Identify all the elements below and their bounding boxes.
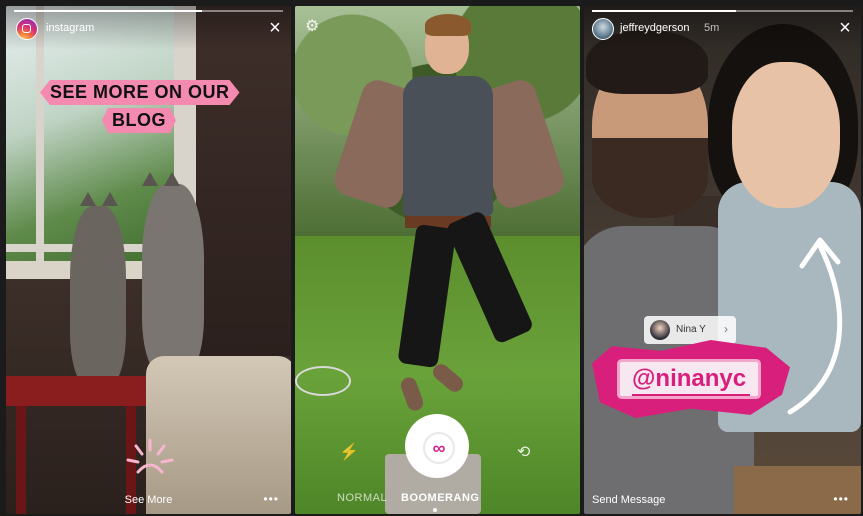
story-time: 5m [704,22,720,34]
handdrawn-arrow-icon [787,237,843,415]
cat-ear [102,192,118,206]
wall [196,6,291,356]
story-panel-jeffreydgerson[interactable]: jeffreydgerson 5m × Nina Y › @ninanyc Se… [584,6,861,514]
more-options-icon[interactable]: ••• [833,492,849,506]
person-torso [403,76,493,216]
settings-icon[interactable]: ⚙ [305,16,319,36]
send-message-input[interactable]: Send Message [592,494,665,506]
camera-panel-boomerang[interactable]: ⚙ ⚡ ⟲ ∞ NORMAL BOOMERANG [295,6,580,514]
mode-normal[interactable]: NORMAL [337,492,387,504]
story-progress-bar [14,10,283,12]
red-table [6,376,156,406]
swipe-up-burst-icon[interactable] [126,436,174,476]
cat-left [70,206,126,386]
cat-ear [164,172,180,186]
story-progress-fill [14,10,203,12]
cat-ear [80,192,96,206]
close-icon[interactable]: × [265,18,285,38]
woman-face [732,62,840,208]
cat-right [142,184,204,374]
armchair [146,356,291,514]
wooden-table [734,466,861,514]
banner-sticker: BLOG [102,108,176,133]
mode-boomerang[interactable]: BOOMERANG [401,492,479,504]
mention-profile-chip[interactable]: Nina Y › [644,316,736,344]
boomerang-infinity-icon: ∞ [423,432,455,464]
story-username[interactable]: instagram [46,22,94,34]
more-options-icon[interactable]: ••• [263,492,279,506]
mention-tag[interactable]: @ninanyc [620,362,759,396]
man-beard [592,138,708,218]
hula-hoop [295,366,351,396]
cat-ear [142,172,158,186]
story-panel-instagram[interactable]: instagram × SEE MORE ON OUR BLOG See Mor… [6,6,291,514]
story-progress-fill [592,10,736,12]
see-more-link[interactable]: See More [6,494,291,506]
flash-icon[interactable]: ⚡ [339,442,359,462]
person-hair [425,14,471,36]
mention-name: Nina Y [676,324,706,335]
user-avatar[interactable] [592,18,614,40]
mention-underline [632,394,750,396]
active-mode-indicator [433,508,437,512]
shutter-button[interactable]: ∞ [405,414,469,478]
close-icon[interactable]: × [835,18,855,38]
banner-sticker: SEE MORE ON OUR [40,80,240,105]
instagram-avatar-icon[interactable] [16,18,38,40]
chevron-right-icon: › [724,322,728,336]
story-progress-bar [592,10,853,12]
flip-camera-icon[interactable]: ⟲ [517,442,530,462]
story-username[interactable]: jeffreydgerson [620,22,690,34]
mention-avatar [650,320,670,340]
